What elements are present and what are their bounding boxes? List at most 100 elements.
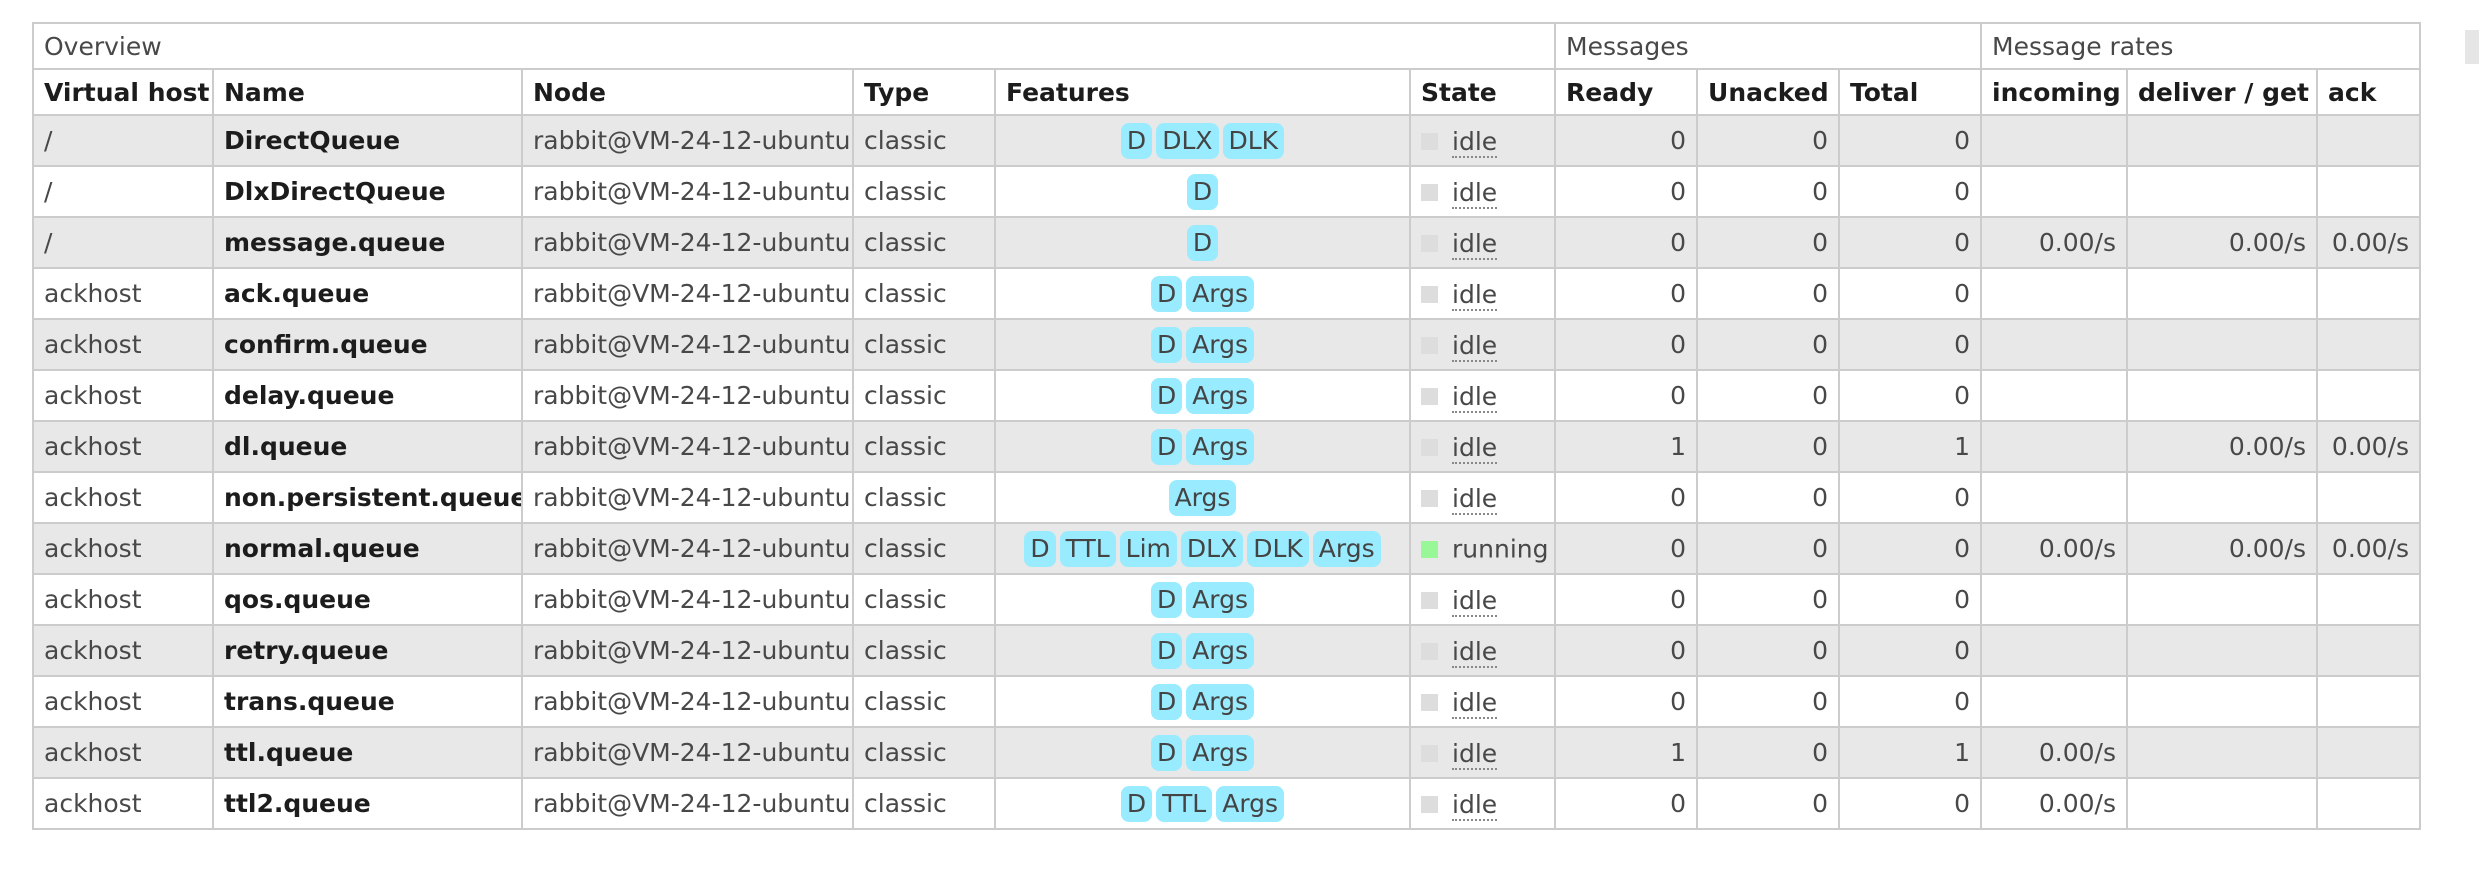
cell-node: rabbit@VM-24-12-ubuntu <box>521 573 854 626</box>
cell-incoming-rate <box>1980 420 2129 473</box>
queue-name-link[interactable]: message.queue <box>212 216 523 269</box>
queues-panel: Overview Messages Message rates Virtual … <box>31 22 2422 830</box>
table-row: ackhost non.persistent.queue rabbit@VM-24-… <box>32 471 2422 524</box>
feature-tag: Args <box>1168 479 1237 516</box>
queue-name-link[interactable]: ack.queue <box>212 267 523 320</box>
col-unacked[interactable]: Unacked <box>1696 68 1841 116</box>
feature-tag: D <box>1186 173 1219 210</box>
col-node[interactable]: Node <box>521 68 854 116</box>
cell-features: D DLX DLK <box>994 114 1411 167</box>
scrollbar[interactable] <box>2465 30 2479 64</box>
col-type[interactable]: Type <box>852 68 996 116</box>
cell-unacked: 0 <box>1696 624 1841 677</box>
cell-total: 0 <box>1838 522 1983 575</box>
feature-tag: D <box>1150 581 1183 618</box>
state-indicator-icon <box>1421 795 1438 813</box>
state-indicator-icon <box>1421 540 1438 558</box>
cell-features: D Args <box>994 318 1411 371</box>
state-label: idle <box>1452 738 1498 770</box>
queue-name-link[interactable]: delay.queue <box>212 369 523 422</box>
cell-virtual-host: / <box>32 114 214 167</box>
col-total[interactable]: Total <box>1838 68 1983 116</box>
queue-name-link[interactable]: qos.queue <box>212 573 523 626</box>
cell-ack-rate <box>2316 624 2422 677</box>
cell-ack-rate <box>2316 675 2422 728</box>
queue-name-link[interactable]: non.persistent.queue <box>212 471 523 524</box>
col-virtual-host[interactable]: Virtual host <box>32 68 214 116</box>
col-ack[interactable]: ack <box>2316 68 2422 116</box>
cell-incoming-rate <box>1980 573 2129 626</box>
group-overview: Overview <box>31 22 1557 70</box>
state-indicator-icon <box>1421 642 1438 660</box>
col-deliver-get[interactable]: deliver / get <box>2126 68 2319 116</box>
cell-type: classic <box>852 318 996 371</box>
col-features[interactable]: Features <box>994 68 1411 116</box>
state-label: idle <box>1452 177 1498 209</box>
cell-ready: 1 <box>1554 726 1699 779</box>
cell-virtual-host: ackhost <box>32 573 214 626</box>
cell-total: 0 <box>1838 318 1983 371</box>
cell-node: rabbit@VM-24-12-ubuntu <box>521 216 854 269</box>
queue-name-link[interactable]: dl.queue <box>212 420 523 473</box>
cell-ack-rate <box>2316 318 2422 371</box>
cell-incoming-rate: 0.00/s <box>1980 726 2129 779</box>
queue-name-link[interactable]: DlxDirectQueue <box>212 165 523 218</box>
cell-state: idle <box>1408 216 1557 269</box>
feature-tag: Lim <box>1119 530 1177 567</box>
cell-state: idle <box>1408 114 1557 167</box>
cell-type: classic <box>852 165 996 218</box>
col-state[interactable]: State <box>1408 68 1557 116</box>
queue-name-link[interactable]: confirm.queue <box>212 318 523 371</box>
state-label: idle <box>1452 432 1498 464</box>
cell-features: D Args <box>994 369 1411 422</box>
cell-incoming-rate: 0.00/s <box>1980 777 2129 830</box>
cell-incoming-rate <box>1980 369 2129 422</box>
queue-name-link[interactable]: retry.queue <box>212 624 523 677</box>
cell-type: classic <box>852 522 996 575</box>
cell-node: rabbit@VM-24-12-ubuntu <box>521 522 854 575</box>
feature-tag: D <box>1120 785 1153 822</box>
cell-type: classic <box>852 420 996 473</box>
cell-node: rabbit@VM-24-12-ubuntu <box>521 675 854 728</box>
cell-virtual-host: ackhost <box>32 420 214 473</box>
cell-node: rabbit@VM-24-12-ubuntu <box>521 624 854 677</box>
table-row: ackhost ttl.queue rabbit@VM-24-12-ubuntu cl… <box>32 726 2422 779</box>
col-incoming[interactable]: incoming <box>1980 68 2129 116</box>
table-row: ackhost delay.queue rabbit@VM-24-12-ubuntu… <box>32 369 2422 422</box>
queue-name-link[interactable]: DirectQueue <box>212 114 523 167</box>
queue-name-link[interactable]: trans.queue <box>212 675 523 728</box>
cell-features: D TTL Lim DLX DLK Args <box>994 522 1411 575</box>
cell-ready: 0 <box>1554 165 1699 218</box>
cell-incoming-rate <box>1980 318 2129 371</box>
cell-ready: 0 <box>1554 573 1699 626</box>
col-ready[interactable]: Ready <box>1554 68 1699 116</box>
group-messages: Messages <box>1554 22 1983 70</box>
cell-type: classic <box>852 726 996 779</box>
cell-ack-rate <box>2316 471 2422 524</box>
cell-features: D Args <box>994 726 1411 779</box>
cell-ready: 0 <box>1554 369 1699 422</box>
cell-ack-rate <box>2316 114 2422 167</box>
table-row: ackhost trans.queue rabbit@VM-24-12-ubuntu… <box>32 675 2422 728</box>
cell-state: idle <box>1408 471 1557 524</box>
cell-unacked: 0 <box>1696 777 1841 830</box>
cell-node: rabbit@VM-24-12-ubuntu <box>521 726 854 779</box>
queues-table: Overview Messages Message rates Virtual … <box>31 22 2422 830</box>
cell-features: D Args <box>994 420 1411 473</box>
cell-state: idle <box>1408 318 1557 371</box>
queue-name-link[interactable]: ttl.queue <box>212 726 523 779</box>
col-name[interactable]: Name <box>212 68 523 116</box>
state-indicator-icon <box>1421 285 1438 303</box>
group-message-rates: Message rates <box>1980 22 2422 70</box>
cell-deliver-get-rate <box>2126 624 2319 677</box>
queue-rows: / DirectQueue rabbit@VM-24-12-ubuntu classi… <box>32 114 2422 830</box>
feature-tag: Args <box>1186 734 1255 771</box>
cell-incoming-rate <box>1980 114 2129 167</box>
cell-unacked: 0 <box>1696 726 1841 779</box>
queue-name-link[interactable]: ttl2.queue <box>212 777 523 830</box>
cell-node: rabbit@VM-24-12-ubuntu <box>521 471 854 524</box>
cell-total: 0 <box>1838 114 1983 167</box>
cell-total: 1 <box>1838 420 1983 473</box>
cell-ack-rate: 0.00/s <box>2316 522 2422 575</box>
queue-name-link[interactable]: normal.queue <box>212 522 523 575</box>
